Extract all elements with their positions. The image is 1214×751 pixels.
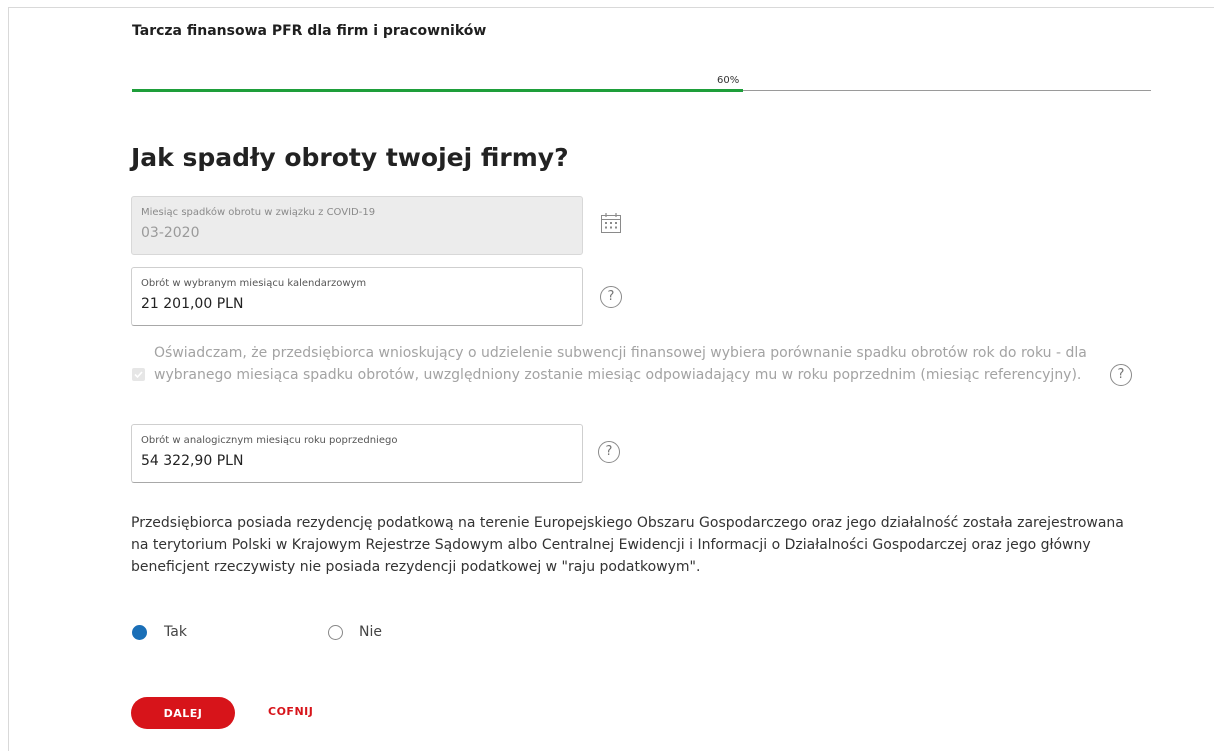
radio-nie[interactable] <box>328 625 343 640</box>
next-button[interactable]: DALEJ <box>131 697 235 729</box>
covid-month-label: Miesiąc spadków obrotu w związku z COVID… <box>141 207 376 218</box>
radio-nie-label[interactable]: Nie <box>359 624 382 640</box>
tax-residency-question: Przedsiębiorca posiada rezydencję podatk… <box>131 515 1124 575</box>
calendar-icon[interactable] <box>599 211 623 235</box>
covid-month-field[interactable]: Miesiąc spadków obrotu w związku z COVID… <box>131 196 583 255</box>
declaration-checkbox[interactable] <box>132 368 145 381</box>
radio-tak-label[interactable]: Tak <box>164 624 187 640</box>
help-icon[interactable]: ? <box>600 286 622 308</box>
turnover-selected-month-label: Obrót w wybranym miesiącu kalendarzowym <box>141 278 367 289</box>
back-button[interactable]: COFNIJ <box>268 705 313 718</box>
help-icon[interactable]: ? <box>598 441 620 463</box>
turnover-previous-year-value: 54 322,90 PLN <box>141 453 244 469</box>
help-icon[interactable]: ? <box>1110 364 1132 386</box>
declaration-text: Oświadczam, że przedsiębiorca wnioskując… <box>154 345 1087 383</box>
turnover-selected-month-field[interactable]: Obrót w wybranym miesiącu kalendarzowym … <box>131 267 583 326</box>
radio-tak[interactable] <box>132 625 147 640</box>
progress-bar-fill <box>132 89 744 92</box>
progress-bar <box>132 89 1151 92</box>
turnover-previous-year-field[interactable]: Obrót w analogicznym miesiącu roku poprz… <box>131 424 583 483</box>
progress-percent-label: 60% <box>717 75 740 86</box>
page-title: Jak spadły obroty twojej firmy? <box>131 143 569 172</box>
covid-month-value: 03-2020 <box>141 225 200 241</box>
turnover-selected-month-value: 21 201,00 PLN <box>141 296 244 312</box>
checkmark-icon <box>134 371 143 379</box>
turnover-previous-year-label: Obrót w analogicznym miesiącu roku poprz… <box>141 435 398 446</box>
app-title: Tarcza finansowa PFR dla firm i pracowni… <box>132 23 487 39</box>
